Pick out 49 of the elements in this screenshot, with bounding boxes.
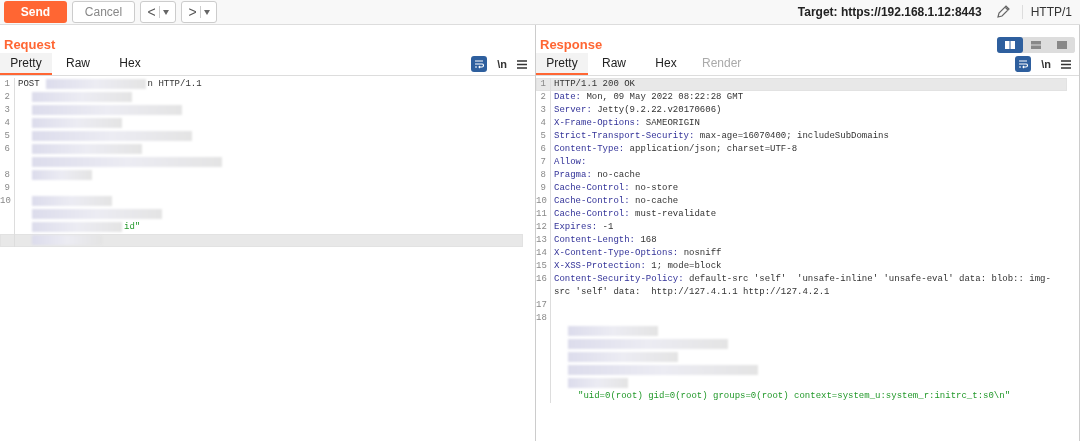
code-string: "uid=0(root) gid=0(root) groups=0(root) context=system_u:system_r:initrc_t:s0\n" (578, 390, 1011, 403)
layout-icon (1005, 41, 1015, 49)
header-line: Cache-Control: no-cache (554, 195, 680, 208)
view-tab[interactable]: Hex (640, 53, 692, 75)
target-label: Target: https://192.168.1.12:8443 (797, 5, 982, 19)
panel-title: Response (540, 37, 603, 53)
header-line: Server: Jetty(9.2.22.v20170606) (554, 104, 723, 117)
header-line: Cache-Control: no-store (554, 182, 680, 195)
view-tab[interactable]: Pretty (0, 53, 52, 75)
layout-toggle[interactable] (997, 37, 1023, 53)
header-line: Allow: (554, 156, 588, 169)
header-line: Content-Type: application/json; charset=UTF-8 (554, 143, 799, 156)
newline-toggle[interactable]: \n (497, 53, 507, 75)
protocol-label[interactable]: HTTP/1 (1021, 5, 1072, 19)
forward-button[interactable]: > (181, 1, 217, 23)
header-line: Content-Security-Policy: default-src 'self' 'unsafe-inline' 'unsafe-eval' data: blob:: img-src 'self' data: http://127.4.1.1 http://127.4.2.1 (554, 273, 1052, 299)
layout-icon (1057, 41, 1067, 49)
cancel-button[interactable]: Cancel (72, 1, 135, 23)
view-tab[interactable]: Raw (52, 53, 104, 75)
word-wrap-icon[interactable] (471, 56, 488, 72)
layout-icon (1031, 41, 1041, 49)
newline-toggle[interactable]: \n (1041, 53, 1051, 75)
view-tab[interactable]: Pretty (536, 53, 588, 75)
caret-icon (162, 9, 169, 15)
caret-icon (203, 9, 210, 15)
menu-icon[interactable] (1061, 59, 1071, 69)
header-line: X-Content-Type-Options: nosniff (554, 247, 723, 260)
view-tab[interactable]: Hex (104, 53, 156, 75)
word-wrap-icon[interactable] (1015, 56, 1032, 72)
header-line: Expires: -1 (554, 221, 615, 234)
redacted-block (568, 378, 628, 388)
header-line: Strict-Transport-Security: max-age=16070400; includeSubDomains (554, 130, 890, 143)
header-line: Date: Mon, 09 May 2022 08:22:28 GMT (554, 91, 745, 104)
code-text: HTTP/1.1 200 OK (554, 78, 636, 91)
redacted-block (32, 170, 92, 180)
back-button[interactable]: < (140, 1, 176, 23)
menu-icon[interactable] (517, 59, 527, 69)
header-line: Content-Length: 168 (554, 234, 658, 247)
header-line: Pragma: no-cache (554, 169, 642, 182)
code-text: n HTTP/1.1 (147, 78, 203, 91)
header-line: X-XSS-Protection: 1; mode=block (554, 260, 723, 273)
view-tab[interactable]: Raw (588, 53, 640, 75)
header-line: Cache-Control: must-revalidate (554, 208, 718, 221)
header-line: X-Frame-Options: SAMEORIGIN (554, 117, 701, 130)
edit-icon[interactable] (994, 4, 1011, 20)
redacted-block (32, 235, 102, 245)
code-text: POST (18, 78, 40, 91)
code-string: id" (124, 221, 141, 234)
panel-title: Request (4, 37, 56, 53)
